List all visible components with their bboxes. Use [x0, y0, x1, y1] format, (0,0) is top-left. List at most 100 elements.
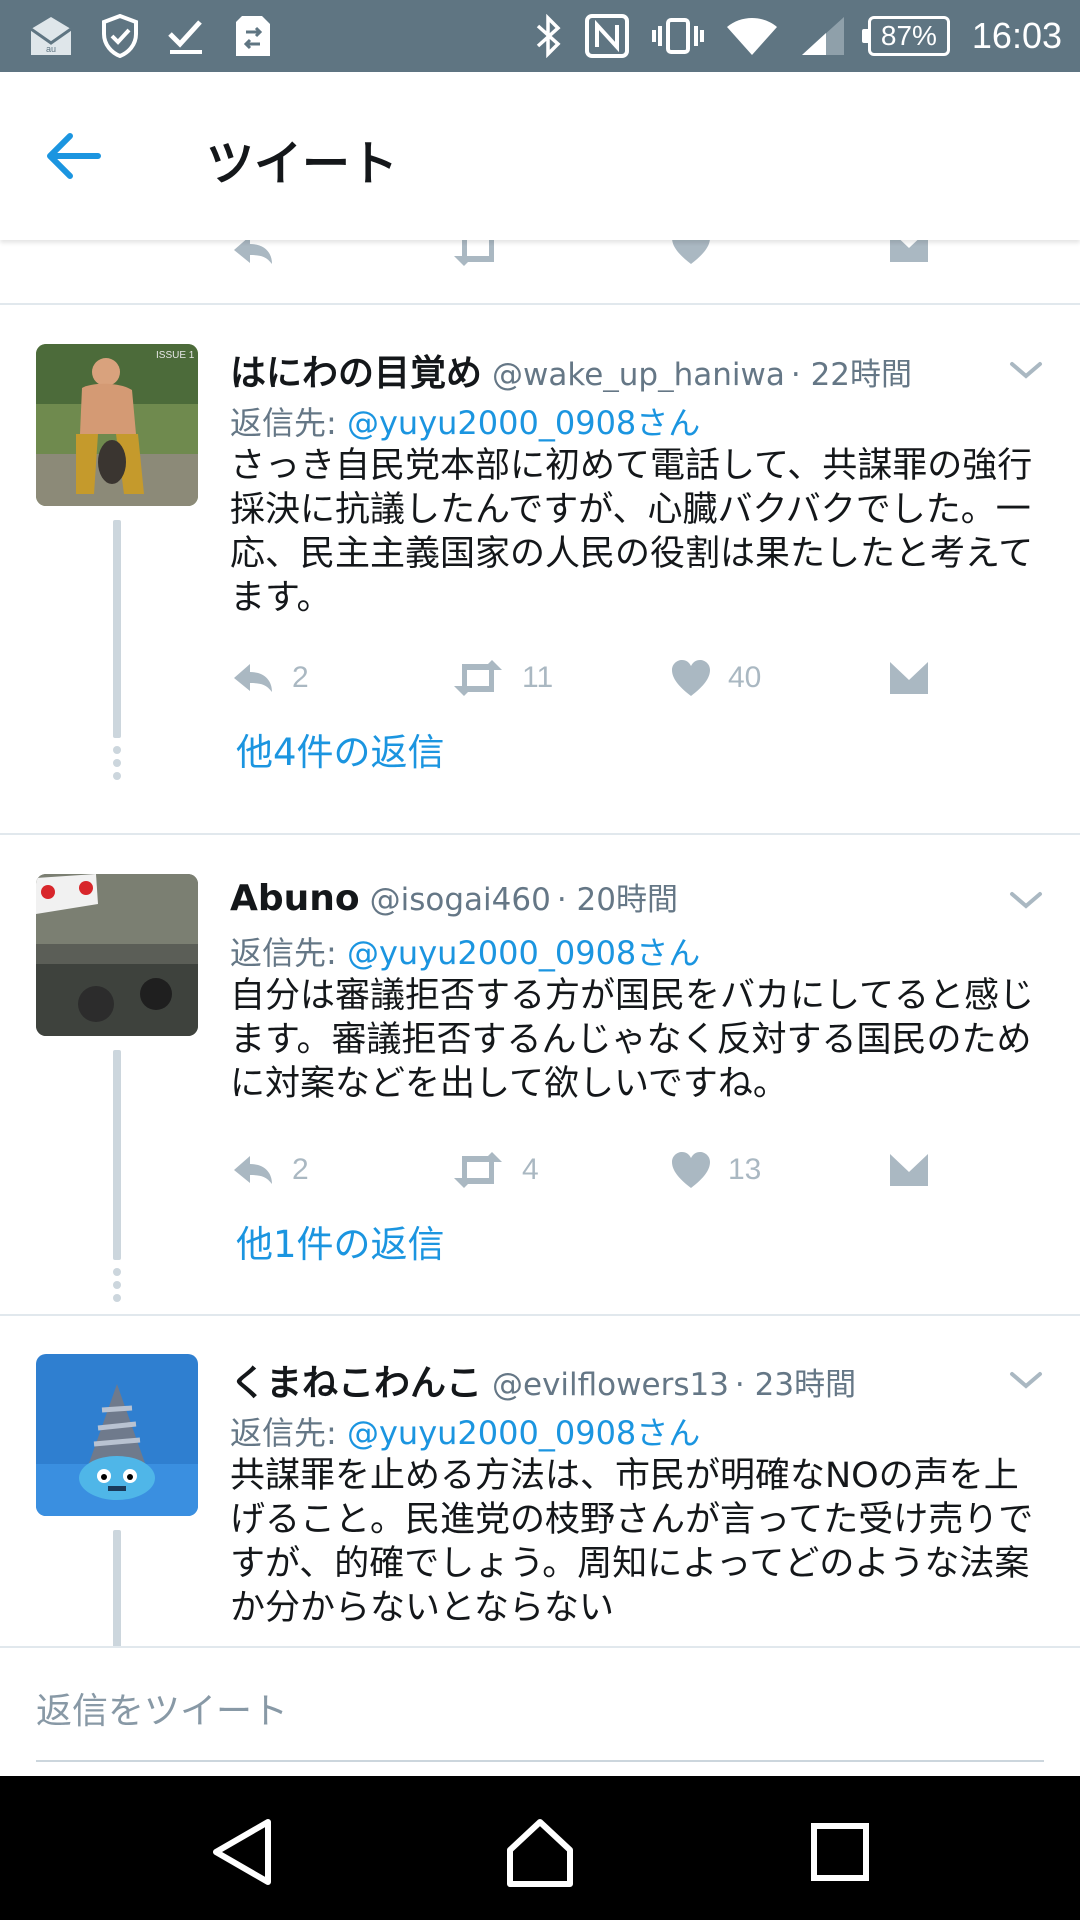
home-nav-icon[interactable]: [500, 1812, 580, 1892]
like-icon[interactable]: [670, 240, 712, 266]
like-icon: [672, 1152, 710, 1188]
avatar[interactable]: ISSUE 1: [36, 344, 198, 506]
reply-icon[interactable]: [230, 240, 276, 272]
download-done-icon: [168, 20, 202, 54]
tweet-header: はにわの目覚め @wake_up_haniwa · 22時間: [230, 344, 1000, 392]
tweet-list[interactable]: ISSUE 1 はにわの目覚め @wake_up_haniwa · 22時間 返信先…: [0, 240, 1080, 1648]
retweet-icon: [454, 1152, 502, 1188]
tweet-header: Abuno @isogai460 · 20時間: [230, 874, 1000, 922]
user-name[interactable]: くまねこわんこ: [230, 1363, 482, 1402]
like-button[interactable]: 40: [670, 650, 761, 706]
navigation-bar: [0, 1776, 1080, 1920]
thread-line: [113, 1050, 121, 1260]
vibrate-icon: [651, 18, 704, 54]
tweet[interactable]: Abuno @isogai460 · 20時間 返信先: @yuyu2000_090…: [0, 874, 1080, 1302]
direct-message-button[interactable]: [888, 1142, 930, 1198]
tweet-header: くまねこわんこ @evilflowers13 · 23時間: [230, 1354, 1000, 1402]
clock: 16:03: [971, 15, 1062, 56]
like-button[interactable]: 13: [670, 1142, 761, 1198]
tweet-time: · 22時間: [790, 357, 913, 392]
reply-to-mention[interactable]: @yuyu2000_0908さん: [347, 404, 700, 442]
reply-to-mention[interactable]: @yuyu2000_0908さん: [347, 934, 700, 972]
reply-composer: 返信をツイート: [0, 1646, 1080, 1778]
like-count: 13: [728, 1153, 762, 1186]
battery-level: 87%: [880, 20, 937, 51]
user-handle[interactable]: @wake_up_haniwa: [492, 357, 785, 392]
divider: [0, 303, 1080, 305]
reply-icon: [234, 664, 272, 692]
direct-message-button[interactable]: [888, 650, 930, 706]
status-bar: au 87% 16:03: [0, 0, 1080, 72]
retweet-icon[interactable]: [450, 240, 506, 270]
wifi-icon: [726, 18, 777, 55]
shield-check-icon: [102, 14, 138, 58]
retweet-count: 4: [522, 1153, 539, 1186]
chevron-down-icon[interactable]: [1008, 1368, 1044, 1392]
reply-to-label: 返信先:: [230, 1414, 347, 1452]
direct-message-icon: [890, 1154, 928, 1186]
reply-input[interactable]: 返信をツイート: [36, 1682, 288, 1734]
sim-transfer-icon: [236, 16, 270, 56]
chevron-down-icon[interactable]: [1008, 888, 1044, 912]
avatar-image: [36, 874, 198, 1036]
divider: [0, 833, 1080, 835]
tweet-text: 共謀罪を止める方法は、市民が明確なNOの声を上げること。民進党の枝野さんが言って…: [230, 1456, 1034, 1628]
reply-to: 返信先: @yuyu2000_0908さん: [230, 398, 700, 444]
reply-count: 2: [292, 661, 309, 694]
reply-to: 返信先: @yuyu2000_0908さん: [230, 1408, 700, 1454]
back-nav-icon[interactable]: [202, 1812, 282, 1892]
retweet-count: 11: [522, 661, 554, 694]
battery-indicator: 87%: [861, 16, 950, 56]
thread-dots: [113, 746, 121, 785]
tweet-actions: 2 11 40: [230, 650, 1050, 706]
thread-line: [113, 520, 121, 738]
back-arrow-icon[interactable]: [40, 126, 106, 186]
avatar-image: ISSUE 1: [36, 344, 198, 506]
avatar[interactable]: [36, 1354, 198, 1516]
reply-icon: [234, 1156, 272, 1184]
bluetooth-icon: [536, 14, 561, 58]
more-replies-link[interactable]: 他4件の返信: [236, 722, 445, 776]
tweet[interactable]: くまねこわんこ @evilflowers13 · 23時間 返信先: @yuyu20…: [0, 1354, 1080, 1648]
like-icon: [672, 660, 710, 696]
direct-message-icon: [890, 662, 928, 694]
tweet-text: さっき自民党本部に初めて電話して、共謀罪の強行採決に抗議したんですが、心臓バクバ…: [230, 446, 1034, 618]
user-handle[interactable]: @evilflowers13: [492, 1367, 729, 1402]
retweet-button[interactable]: 11: [450, 650, 553, 706]
reply-count: 2: [292, 1153, 309, 1186]
user-handle[interactable]: @isogai460: [370, 882, 551, 918]
mail-notification-icon: au: [30, 17, 72, 55]
retweet-button[interactable]: 4: [450, 1142, 539, 1198]
app-bar: ツイート: [0, 72, 1080, 240]
reply-to-label: 返信先:: [230, 404, 347, 442]
previous-tweet-actions: [0, 240, 1080, 304]
more-replies-link[interactable]: 他1件の返信: [236, 1214, 445, 1268]
retweet-icon: [454, 660, 502, 696]
divider: [0, 1314, 1080, 1316]
avatar[interactable]: [36, 874, 198, 1036]
like-count: 40: [728, 661, 762, 694]
svg-text:ISSUE 1: ISSUE 1: [156, 350, 195, 361]
thread-dots: [113, 1268, 121, 1307]
tweet-actions: 2 4 13: [230, 1142, 1050, 1198]
input-underline: [36, 1760, 1044, 1762]
reply-to: 返信先: @yuyu2000_0908さん: [230, 928, 700, 974]
tweet-time: · 23時間: [734, 1367, 857, 1402]
tweet-time: · 20時間: [556, 882, 678, 918]
recents-nav-icon[interactable]: [800, 1812, 880, 1892]
svg-text:au: au: [46, 44, 56, 54]
signal-icon: [801, 17, 844, 55]
user-name[interactable]: はにわの目覚め: [230, 353, 482, 392]
reply-to-mention[interactable]: @yuyu2000_0908さん: [347, 1414, 700, 1452]
reply-to-label: 返信先:: [230, 934, 347, 972]
direct-message-icon[interactable]: [888, 240, 930, 266]
chevron-down-icon[interactable]: [1008, 358, 1044, 382]
tweet[interactable]: ISSUE 1 はにわの目覚め @wake_up_haniwa · 22時間 返信先…: [0, 344, 1080, 780]
avatar-image: [36, 1354, 198, 1516]
user-name[interactable]: Abuno: [230, 878, 360, 919]
nfc-icon: [584, 14, 629, 58]
thread-line: [113, 1530, 121, 1648]
page-title: ツイート: [206, 136, 399, 192]
reply-button[interactable]: 2: [230, 650, 309, 706]
reply-button[interactable]: 2: [230, 1142, 309, 1198]
